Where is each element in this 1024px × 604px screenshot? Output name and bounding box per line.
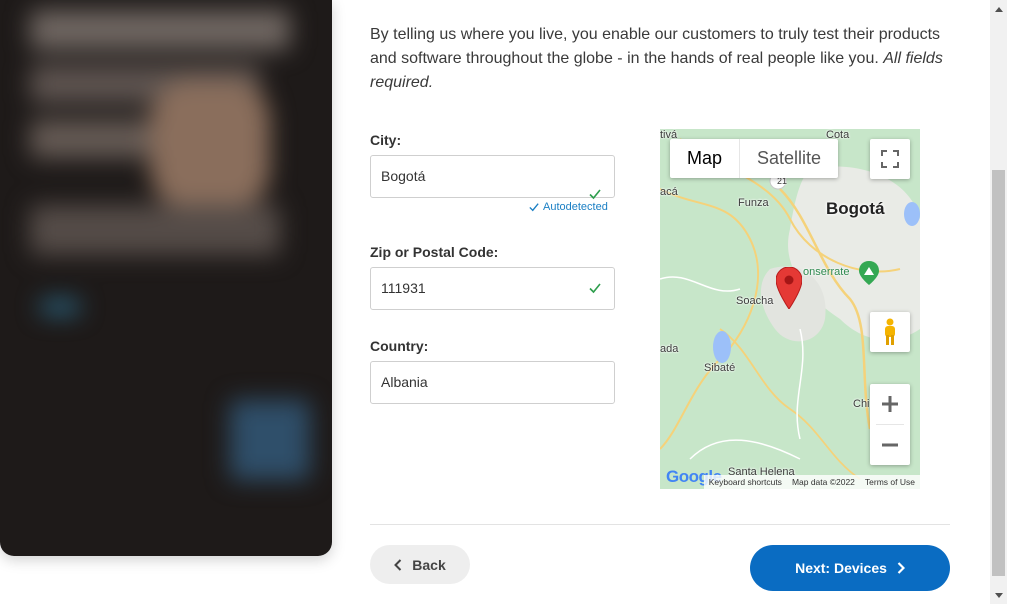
back-button-label: Back: [412, 556, 446, 573]
park-marker-icon: [859, 261, 879, 285]
autodetected-label: Autodetected: [543, 201, 608, 213]
chevron-right-icon: [897, 562, 905, 574]
map-label-aca: acá: [660, 186, 678, 198]
page-scrollbar[interactable]: [990, 0, 1007, 604]
scrollbar-thumb[interactable]: [992, 170, 1005, 576]
zoom-out-button[interactable]: [870, 425, 910, 465]
map-label-chi: Chi: [853, 398, 870, 410]
zip-input[interactable]: 111931: [370, 267, 615, 310]
footer-divider: [370, 524, 950, 525]
fullscreen-button[interactable]: [870, 139, 910, 179]
map-type-control: Map Satellite: [670, 139, 839, 178]
fullscreen-icon: [881, 150, 899, 168]
map-footer: Keyboard shortcuts Map data ©2022 Terms …: [660, 475, 920, 489]
location-map[interactable]: 21 Bogotá Funza Soacha onserrate Sibaté …: [660, 129, 920, 489]
next-button-label: Next: Devices: [795, 560, 887, 576]
city-autodetected-status: Autodetected: [529, 201, 608, 213]
pegman-icon: [885, 318, 895, 345]
map-label-ada: ada: [660, 343, 679, 355]
city-input[interactable]: Bogotá: [370, 155, 615, 200]
scroll-down-button[interactable]: [990, 587, 1007, 604]
country-input[interactable]: Albania: [370, 361, 615, 404]
map-label-sibate: Sibaté: [704, 362, 736, 374]
back-button[interactable]: Back: [370, 545, 470, 584]
map-type-satellite-button[interactable]: Satellite: [740, 139, 838, 178]
city-valid-check-icon: [589, 189, 601, 200]
autodetected-check-icon: [529, 203, 539, 212]
intro-body: By telling us where you live, you enable…: [370, 26, 941, 67]
scroll-up-button[interactable]: [990, 0, 1007, 17]
zoom-out-icon: [882, 443, 898, 447]
zoom-control: [870, 384, 910, 465]
keyboard-shortcuts-link[interactable]: Keyboard shortcuts: [703, 475, 787, 489]
map-label-monserrate: onserrate: [803, 266, 850, 278]
map-type-map-button[interactable]: Map: [670, 139, 741, 178]
street-view-button[interactable]: [870, 312, 910, 352]
map-label-funza: Funza: [738, 197, 769, 209]
city-label: City:: [370, 132, 402, 148]
intro-text: By telling us where you live, you enable…: [370, 23, 960, 95]
country-label: Country:: [370, 338, 429, 354]
zip-label: Zip or Postal Code:: [370, 244, 499, 260]
chevron-left-icon: [394, 558, 402, 571]
zip-valid-check-icon: [589, 283, 601, 294]
hero-image: [0, 0, 332, 556]
map-data-text: Map data ©2022: [786, 475, 860, 489]
city-value: Bogotá: [381, 168, 426, 184]
map-pin-icon[interactable]: [776, 267, 802, 309]
next-devices-button[interactable]: Next: Devices: [750, 545, 950, 591]
scroll-down-arrow-icon: [994, 592, 1003, 598]
zip-value: 111931: [381, 280, 426, 296]
map-label-soacha: Soacha: [736, 295, 774, 307]
zoom-in-button[interactable]: [870, 384, 910, 424]
country-value: Albania: [381, 374, 428, 390]
map-label-bogota: Bogotá: [826, 199, 885, 218]
scroll-up-arrow-icon: [994, 6, 1003, 12]
terms-of-use-link[interactable]: Terms of Use: [859, 475, 920, 489]
zoom-in-icon: [882, 396, 898, 412]
